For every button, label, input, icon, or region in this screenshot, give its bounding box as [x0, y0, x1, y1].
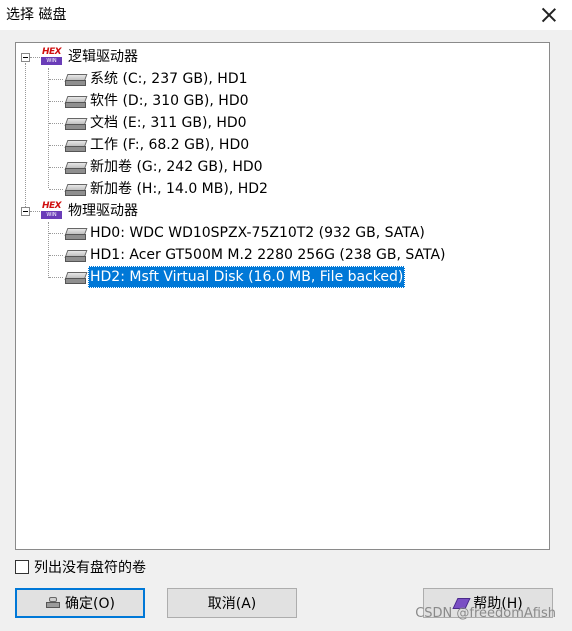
tree-line [49, 189, 63, 190]
tree-group-physical-drives[interactable]: 物理驱动器 [66, 200, 140, 222]
tree-item-drive-d[interactable]: 软件 (D:, 310 GB), HD0 [88, 90, 251, 112]
disk-icon [64, 116, 88, 130]
disk-icon [64, 138, 88, 152]
tree-item-drive-e[interactable]: 文档 (E:, 311 GB), HD0 [88, 112, 249, 134]
tree-item-drive-f[interactable]: 工作 (F:, 68.2 GB), HD0 [88, 134, 251, 156]
disk-icon [64, 94, 88, 108]
tree-line [48, 68, 49, 188]
collapse-logical-icon[interactable] [21, 53, 30, 62]
disk-icon [45, 597, 61, 609]
tree-line [49, 233, 63, 234]
collapse-physical-icon[interactable] [21, 207, 30, 216]
disk-icon [64, 270, 88, 284]
ok-button[interactable]: 确定(O) [15, 588, 145, 618]
tree-line [49, 123, 63, 124]
window-title: 选择 磁盘 [6, 7, 67, 23]
tree-item-hd2[interactable]: HD2: Msft Virtual Disk (16.0 MB, File ba… [88, 266, 406, 288]
disk-icon [64, 248, 88, 262]
close-icon[interactable] [538, 4, 560, 26]
title-bar: 选择 磁盘 [0, 0, 572, 30]
tree-item-hd1[interactable]: HD1: Acer GT500M M.2 2280 256G (238 GB, … [88, 244, 448, 266]
hex-logical-drives-icon: HEX WIN [41, 47, 62, 65]
disk-icon [64, 72, 88, 86]
tree-line [25, 63, 26, 211]
disk-icon [64, 226, 88, 240]
tree-line [49, 255, 63, 256]
cancel-button[interactable]: 取消(A) [167, 588, 297, 618]
tree-line [49, 79, 63, 80]
hex-physical-drives-icon: HEX WIN [41, 201, 62, 219]
tree-item-drive-h[interactable]: 新加卷 (H:, 14.0 MB), HD2 [88, 178, 270, 200]
list-no-letter-volumes-checkbox[interactable] [15, 560, 29, 574]
tree-line [49, 101, 63, 102]
disk-icon [64, 160, 88, 174]
tree-item-drive-c[interactable]: 系统 (C:, 237 GB), HD1 [88, 68, 250, 90]
tree-line [49, 277, 63, 278]
disk-icon [64, 182, 88, 196]
tree-line [49, 167, 63, 168]
watermark-text: CSDN @freedomAfish [415, 606, 556, 621]
tree-item-hd0[interactable]: HD0: WDC WD10SPZX-75Z10T2 (932 GB, SATA) [88, 222, 427, 244]
tree-group-logical-drives[interactable]: 逻辑驱动器 [66, 46, 140, 68]
tree-line [48, 222, 49, 278]
disk-tree[interactable]: HEX WIN 逻辑驱动器 系统 (C:, 237 GB), HD1 软件 (D… [15, 42, 550, 550]
tree-line [49, 145, 63, 146]
tree-item-drive-g[interactable]: 新加卷 (G:, 242 GB), HD0 [88, 156, 265, 178]
